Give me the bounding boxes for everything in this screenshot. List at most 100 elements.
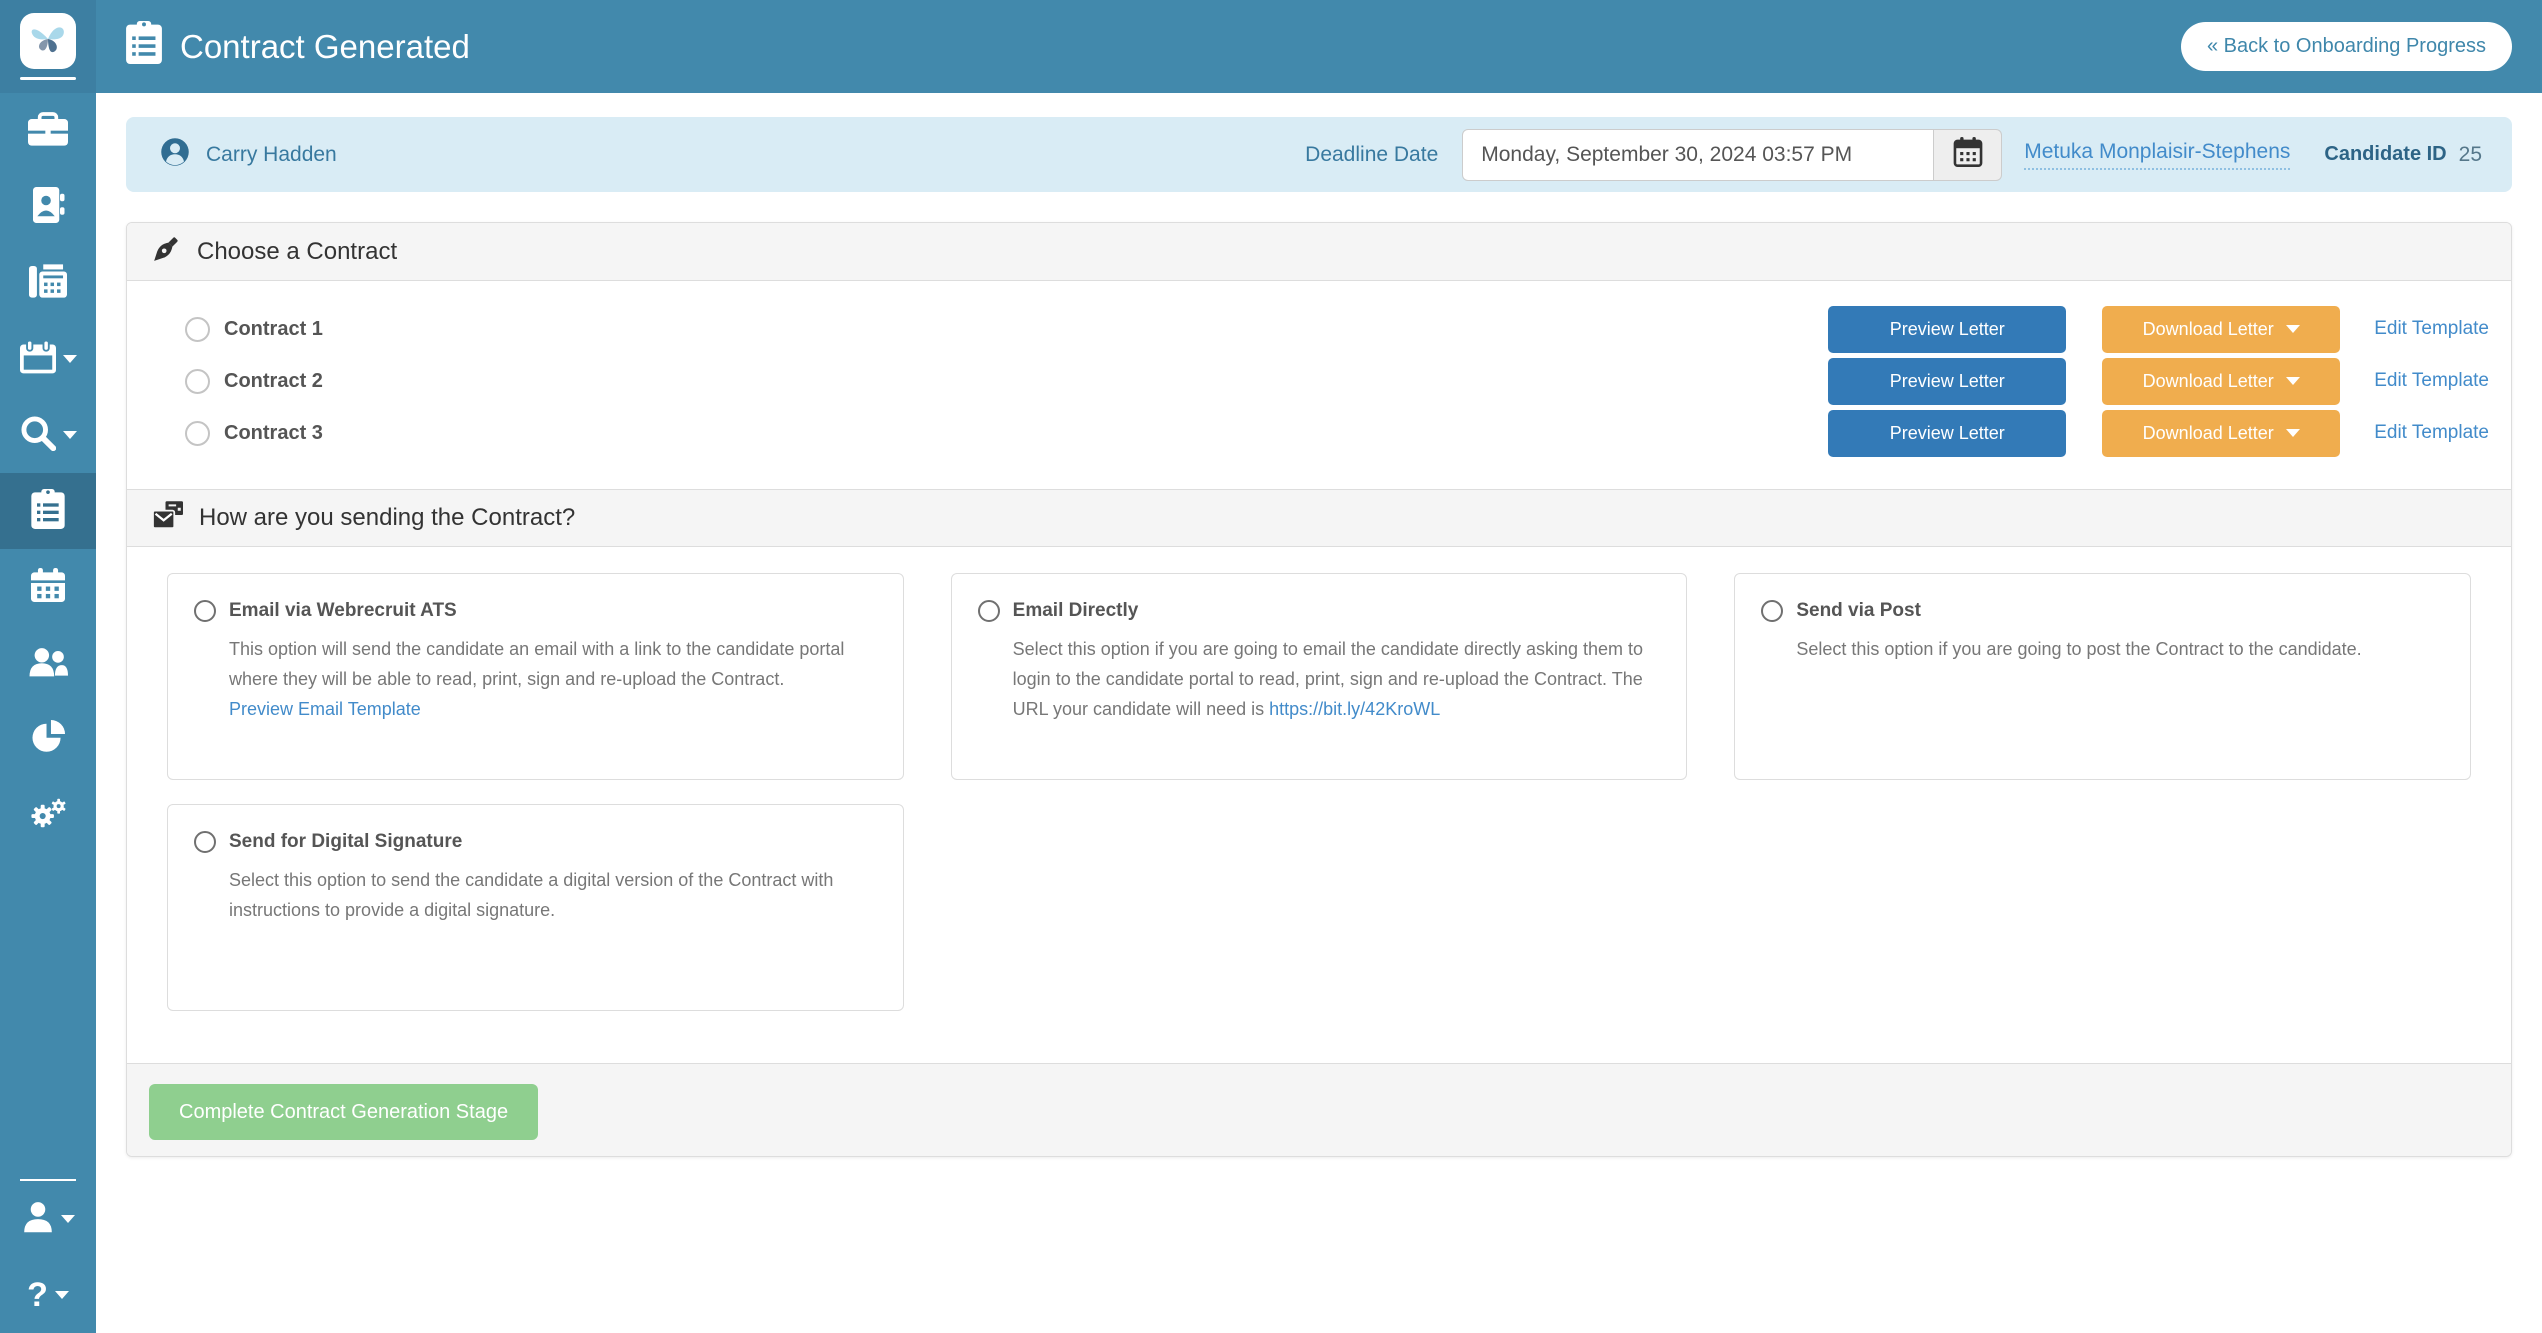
logo-underline xyxy=(20,77,76,80)
preview-letter-button[interactable]: Preview Letter xyxy=(1828,410,2066,457)
option-description: Select this option if you are going to p… xyxy=(1796,634,2444,664)
option-title: Send via Post xyxy=(1796,600,1921,622)
clipboard-list-icon xyxy=(126,21,162,72)
sending-options-grid: Email via Webrecruit ATS This option wil… xyxy=(127,547,2511,1063)
mail-bulk-icon xyxy=(153,501,183,536)
deadline-date-label: Deadline Date xyxy=(1305,143,1438,167)
calendar-picker-button[interactable] xyxy=(1934,129,2002,181)
briefcase-icon xyxy=(28,112,68,151)
sidebar-item-settings[interactable] xyxy=(0,777,96,853)
option-radio[interactable] xyxy=(1761,600,1783,622)
sidebar-item-fax[interactable] xyxy=(0,245,96,321)
option-title: Send for Digital Signature xyxy=(229,831,462,853)
sidebar-item-reports[interactable] xyxy=(0,701,96,777)
app-logo[interactable] xyxy=(20,13,76,69)
butterfly-logo-icon xyxy=(28,21,68,62)
option-description-text: Select this option to send the candidate… xyxy=(229,870,833,920)
contract-row: Contract 2 Preview Letter Download Lette… xyxy=(185,355,2489,407)
contract-label: Contract 1 xyxy=(224,318,323,341)
sidebar-item-calendar[interactable] xyxy=(0,321,96,397)
preview-letter-button[interactable]: Preview Letter xyxy=(1828,306,2066,353)
option-description: Select this option to send the candidate… xyxy=(229,865,877,925)
sending-option-card: Email Directly Select this option if you… xyxy=(951,573,1688,780)
chevron-down-icon xyxy=(55,1291,69,1299)
edit-template-link[interactable]: Edit Template xyxy=(2374,422,2489,444)
pie-chart-icon xyxy=(31,720,65,759)
user-icon xyxy=(22,1201,54,1238)
option-description-text: This option will send the candidate an e… xyxy=(229,639,844,689)
chevron-down-icon xyxy=(63,431,77,439)
sidebar-item-account[interactable] xyxy=(0,1181,96,1257)
sidebar-item-schedule[interactable] xyxy=(0,549,96,625)
download-letter-label: Download Letter xyxy=(2143,319,2274,340)
caret-down-icon xyxy=(2286,429,2300,437)
option-radio[interactable] xyxy=(194,600,216,622)
contract-label: Contract 3 xyxy=(224,422,323,445)
sidebar-item-onboarding-active[interactable] xyxy=(0,473,96,549)
candidate-id-value: 25 xyxy=(2459,143,2482,167)
complete-stage-button[interactable]: Complete Contract Generation Stage xyxy=(149,1084,538,1140)
download-letter-button[interactable]: Download Letter xyxy=(2102,306,2340,353)
contract-label: Contract 2 xyxy=(224,370,323,393)
content-area: Carry Hadden Deadline Date xyxy=(96,93,2542,1181)
option-description: Select this option if you are going to e… xyxy=(1013,634,1661,724)
calendar-icon xyxy=(20,340,56,379)
preview-email-template-link[interactable]: Preview Email Template xyxy=(229,694,877,724)
caret-down-icon xyxy=(2286,377,2300,385)
edit-template-link[interactable]: Edit Template xyxy=(2374,318,2489,340)
option-radio[interactable] xyxy=(978,600,1000,622)
sidebar-item-help[interactable]: ? xyxy=(0,1257,96,1333)
calendar-icon xyxy=(1953,137,1983,172)
deadline-date-input[interactable] xyxy=(1462,129,1934,181)
deadline-input-group xyxy=(1462,129,2002,181)
candidate-portal-url-link[interactable]: https://bit.ly/42KroWL xyxy=(1269,699,1440,719)
page-title: Contract Generated xyxy=(180,28,470,66)
search-icon xyxy=(20,415,56,456)
download-letter-label: Download Letter xyxy=(2143,371,2274,392)
contract-radio[interactable] xyxy=(185,421,210,446)
app-window: ? xyxy=(0,0,2542,1333)
gears-icon xyxy=(29,796,67,835)
option-title: Email Directly xyxy=(1013,600,1139,622)
sidebar-item-users[interactable] xyxy=(0,625,96,701)
option-title: Email via Webrecruit ATS xyxy=(229,600,457,622)
sidebar: ? xyxy=(0,0,96,1333)
assignee-link[interactable]: Metuka Monplaisir-Stephens xyxy=(2024,140,2290,170)
users-icon xyxy=(28,644,68,683)
address-book-icon xyxy=(31,187,65,228)
pen-nib-icon xyxy=(153,234,181,269)
choose-contract-header: Choose a Contract xyxy=(127,223,2511,281)
contract-radio[interactable] xyxy=(185,317,210,342)
sidebar-item-contacts[interactable] xyxy=(0,169,96,245)
edit-template-link[interactable]: Edit Template xyxy=(2374,370,2489,392)
contract-panel: Choose a Contract Contract 1 Preview Let… xyxy=(126,222,2512,1157)
sending-option-card: Send via Post Select this option if you … xyxy=(1734,573,2471,780)
preview-letter-button[interactable]: Preview Letter xyxy=(1828,358,2066,405)
download-letter-label: Download Letter xyxy=(2143,423,2274,444)
back-to-onboarding-button[interactable]: « Back to Onboarding Progress xyxy=(2181,22,2512,71)
candidate-bar: Carry Hadden Deadline Date xyxy=(126,117,2512,192)
download-letter-button[interactable]: Download Letter xyxy=(2102,358,2340,405)
contract-row: Contract 3 Preview Letter Download Lette… xyxy=(185,407,2489,459)
chevron-down-icon xyxy=(61,1215,75,1223)
sidebar-item-search[interactable] xyxy=(0,397,96,473)
option-description-text: Select this option if you are going to p… xyxy=(1796,639,2361,659)
sending-option-card: Email via Webrecruit ATS This option wil… xyxy=(167,573,904,780)
clipboard-list-icon xyxy=(31,489,65,534)
option-description: This option will send the candidate an e… xyxy=(229,634,877,724)
top-bar: Contract Generated « Back to Onboarding … xyxy=(96,0,2542,93)
candidate-name: Carry Hadden xyxy=(206,143,337,167)
candidate-id-label: Candidate ID xyxy=(2324,143,2446,166)
page-title-group: Contract Generated xyxy=(126,21,470,72)
sidebar-item-jobs[interactable] xyxy=(0,93,96,169)
sending-option-card: Send for Digital Signature Select this o… xyxy=(167,804,904,1011)
choose-contract-title: Choose a Contract xyxy=(197,238,397,266)
contract-radio[interactable] xyxy=(185,369,210,394)
main-column: Contract Generated « Back to Onboarding … xyxy=(96,0,2542,1333)
option-radio[interactable] xyxy=(194,831,216,853)
download-letter-button[interactable]: Download Letter xyxy=(2102,410,2340,457)
user-circle-icon xyxy=(160,137,190,172)
panel-footer: Complete Contract Generation Stage xyxy=(127,1063,2511,1156)
logo-block xyxy=(0,0,96,93)
question-icon: ? xyxy=(27,1278,48,1312)
